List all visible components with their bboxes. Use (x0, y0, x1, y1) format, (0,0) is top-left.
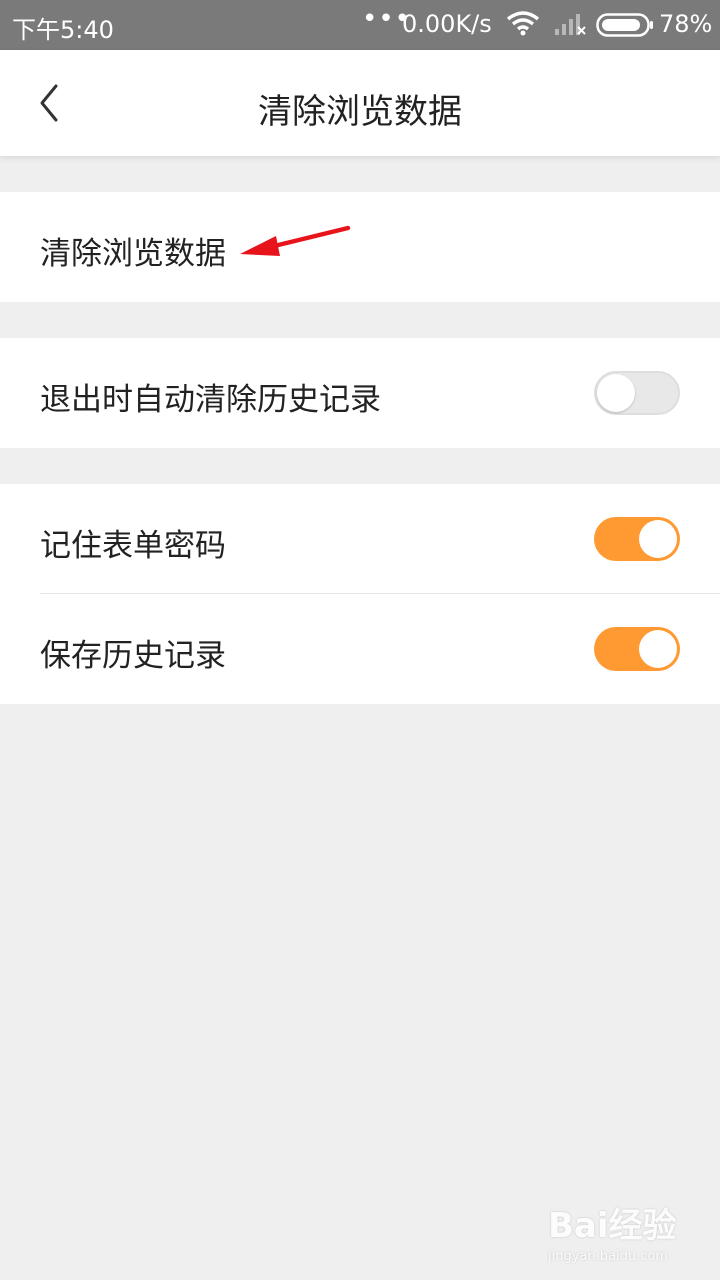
network-speed: 0.00K/s (402, 10, 492, 38)
status-time: 下午5:40 (12, 16, 114, 44)
toggle-knob (597, 374, 635, 412)
wifi-icon (506, 10, 540, 42)
toggle-knob (639, 520, 677, 558)
save-history-item: 保存历史记录 (0, 594, 720, 704)
baidu-jingyan-watermark: Bai经验 jingyan.baidu.com (548, 1198, 677, 1264)
annotation-arrow-icon (240, 225, 351, 256)
watermark-url: jingyan.baidu.com (548, 1249, 668, 1264)
watermark-logo: Bai经验 (548, 1206, 677, 1246)
auto-clear-history-toggle[interactable] (594, 371, 680, 415)
app-header: 清除浏览数据 (0, 50, 720, 156)
clear-data-section: 清除浏览数据 (0, 192, 720, 302)
remember-password-item: 记住表单密码 (0, 484, 720, 594)
cellular-signal-icon (553, 12, 587, 42)
auto-clear-history-item: 退出时自动清除历史记录 (0, 338, 720, 448)
page-title: 清除浏览数据 (258, 92, 462, 132)
auto-clear-history-label: 退出时自动清除历史记录 (40, 382, 381, 418)
toggle-knob (639, 630, 677, 668)
privacy-section: 记住表单密码 保存历史记录 (0, 484, 720, 704)
battery-icon (596, 13, 654, 43)
remember-password-label: 记住表单密码 (40, 528, 226, 564)
clear-browsing-data-label: 清除浏览数据 (40, 236, 226, 272)
remember-password-toggle[interactable] (594, 517, 680, 561)
status-bar: 下午5:40 ••• 0.00K/s 78% (0, 0, 720, 50)
auto-clear-section: 退出时自动清除历史记录 (0, 338, 720, 448)
battery-percent: 78% (659, 10, 713, 38)
clear-browsing-data-item[interactable]: 清除浏览数据 (0, 192, 720, 302)
save-history-label: 保存历史记录 (40, 638, 226, 674)
save-history-toggle[interactable] (594, 627, 680, 671)
